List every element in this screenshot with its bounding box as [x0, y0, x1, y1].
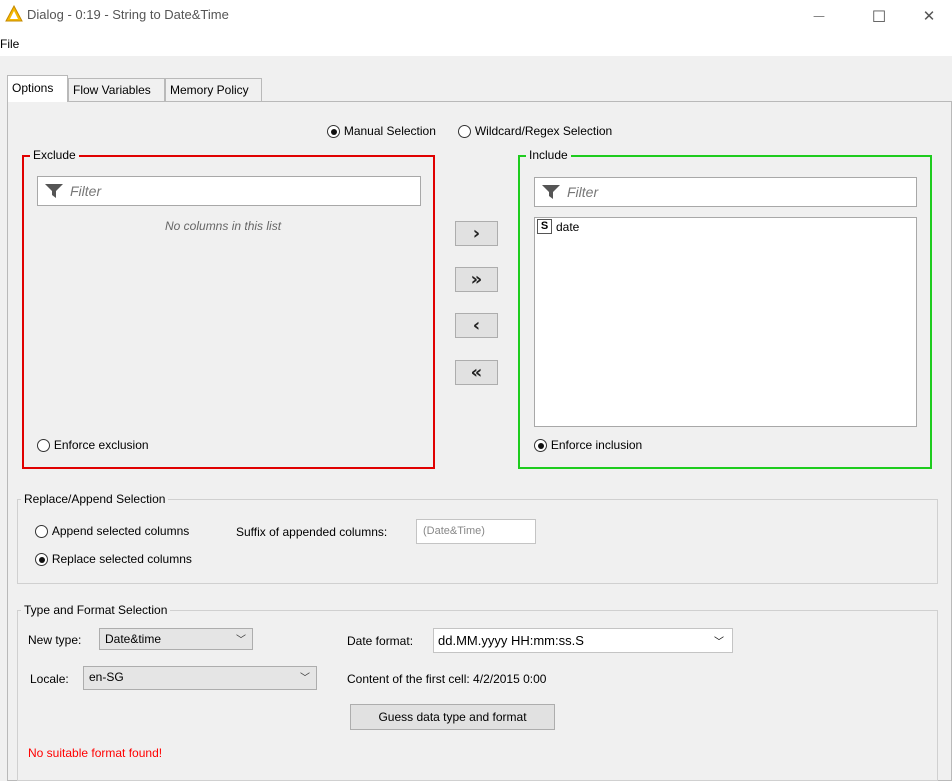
date-format-label: Date format: [347, 634, 414, 648]
close-icon: ✕ [922, 7, 936, 25]
wildcard-selection-radio[interactable]: Wildcard/Regex Selection [458, 124, 612, 138]
new-type-value: Date&time [105, 632, 162, 646]
replace-columns-radio[interactable]: Replace selected columns [35, 552, 192, 566]
chevron-down-icon: ﹀ [236, 635, 246, 646]
replace-columns-radio-circle [35, 553, 48, 566]
manual-selection-radio-circle [327, 125, 340, 138]
add-button[interactable]: › [455, 221, 498, 246]
minimize-button[interactable]: — [796, 0, 842, 32]
chevron-left-icon: ‹ [472, 315, 481, 336]
manual-selection-label: Manual Selection [343, 124, 436, 138]
exclude-title: Exclude [30, 148, 79, 162]
filter-icon [542, 185, 560, 199]
new-type-select[interactable]: Date&time ﹀ [99, 628, 253, 650]
enforce-inclusion-label: Enforce inclusion [550, 438, 643, 452]
tab-memory-policy[interactable]: Memory Policy [165, 78, 262, 101]
enforce-exclusion-radio-circle [37, 439, 50, 452]
append-columns-radio-circle [35, 525, 48, 538]
chevron-down-icon: ﹀ [300, 673, 310, 684]
minimize-icon: — [813, 9, 825, 23]
replace-append-title: Replace/Append Selection [21, 492, 169, 506]
replace-columns-label: Replace selected columns [51, 552, 192, 566]
type-format-title: Type and Format Selection [21, 603, 171, 617]
enforce-inclusion-radio[interactable]: Enforce inclusion [534, 438, 642, 452]
add-all-button[interactable]: » [455, 267, 498, 292]
include-column-list[interactable] [534, 217, 917, 427]
window-title: Dialog - 0:19 - String to Date&Time [27, 7, 229, 22]
manual-selection-radio[interactable]: Manual Selection [327, 124, 436, 138]
append-columns-radio[interactable]: Append selected columns [35, 524, 189, 538]
locale-select[interactable]: en-SG ﹀ [83, 666, 317, 690]
list-item[interactable]: S date [537, 219, 579, 234]
include-filter-placeholder: Filter [567, 184, 599, 200]
close-button[interactable]: ✕ [906, 0, 952, 32]
chevron-down-icon: ﹀ [714, 637, 724, 648]
include-filter-input[interactable]: Filter [534, 177, 917, 207]
remove-all-button[interactable]: « [455, 360, 498, 385]
wildcard-selection-radio-circle [458, 125, 471, 138]
exclude-filter-placeholder: Filter [70, 183, 102, 199]
tab-options[interactable]: Options [7, 75, 68, 102]
date-format-value: dd.MM.yyyy HH:mm:ss.S [438, 633, 584, 648]
guess-format-button[interactable]: Guess data type and format [350, 704, 555, 730]
chevron-right-icon: › [472, 223, 481, 244]
locale-label: Locale: [30, 672, 69, 686]
enforce-inclusion-radio-circle [534, 439, 547, 452]
menu-bar [0, 32, 952, 56]
date-format-combo[interactable]: dd.MM.yyyy HH:mm:ss.S ﹀ [433, 628, 733, 653]
enforce-exclusion-label: Enforce exclusion [53, 438, 149, 452]
double-chevron-left-icon: « [470, 362, 483, 383]
new-type-label: New type: [28, 633, 82, 647]
exclude-filter-input[interactable]: Filter [37, 176, 421, 206]
maximize-icon: ☐ [871, 6, 887, 26]
locale-value: en-SG [89, 670, 124, 684]
maximize-button[interactable]: ☐ [856, 0, 902, 32]
tab-flow-variables[interactable]: Flow Variables [68, 78, 165, 101]
exclude-empty-text: No columns in this list [165, 219, 282, 233]
suffix-input[interactable]: (Date&Time) [416, 519, 536, 544]
double-chevron-right-icon: » [470, 269, 483, 290]
format-error-text: No suitable format found! [28, 746, 163, 760]
wildcard-selection-label: Wildcard/Regex Selection [474, 124, 613, 138]
menu-file[interactable]: File [0, 37, 19, 51]
filter-icon [45, 184, 63, 198]
enforce-exclusion-radio[interactable]: Enforce exclusion [37, 438, 149, 452]
include-title: Include [526, 148, 571, 162]
remove-button[interactable]: ‹ [455, 313, 498, 338]
first-cell-content: Content of the first cell: 4/2/2015 0:00 [347, 672, 547, 686]
string-type-icon: S [537, 219, 552, 234]
append-columns-label: Append selected columns [51, 524, 190, 538]
knime-warning-icon [5, 5, 23, 22]
suffix-label: Suffix of appended columns: [236, 525, 388, 539]
column-name: date [556, 219, 580, 234]
